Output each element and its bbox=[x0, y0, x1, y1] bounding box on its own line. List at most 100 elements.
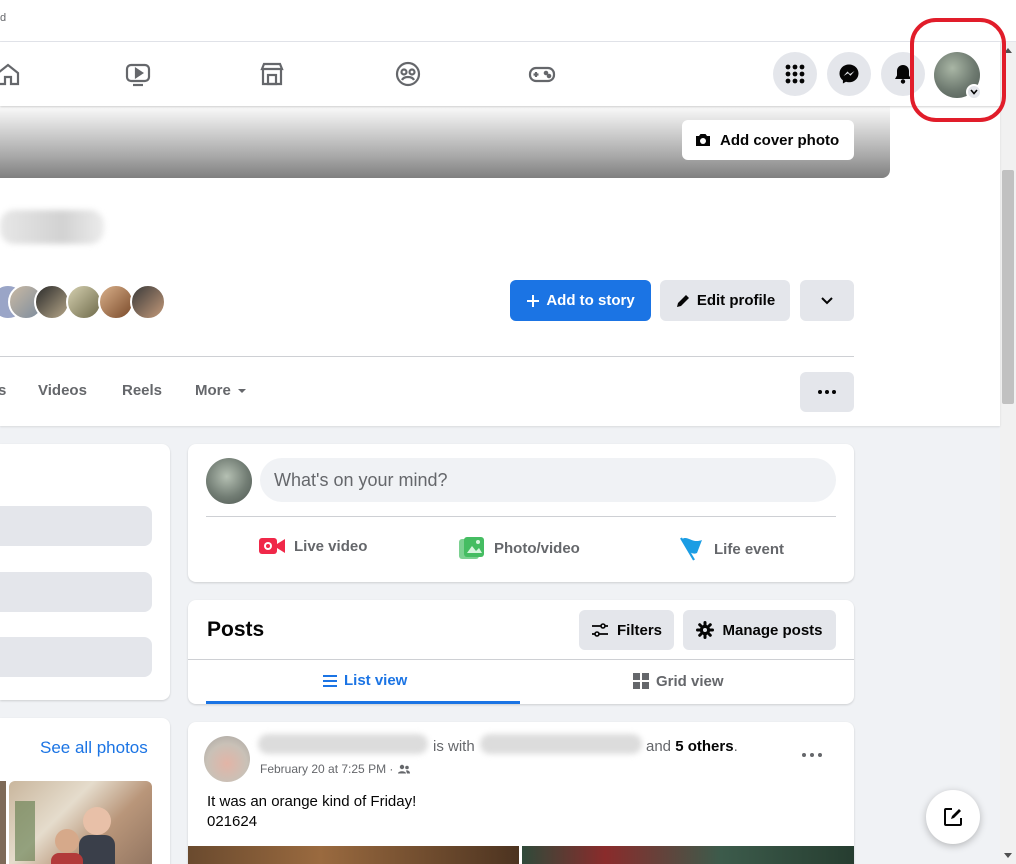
whats-on-your-mind-input[interactable]: What's on your mind? bbox=[260, 458, 836, 502]
camera-icon bbox=[696, 134, 710, 146]
post-tagged-others: and 5 others. bbox=[646, 738, 738, 755]
messenger-icon bbox=[839, 64, 859, 84]
add-cover-photo-button[interactable]: Add cover photo bbox=[682, 120, 854, 160]
tab-more-label: More bbox=[195, 382, 231, 399]
see-all-photos-link[interactable]: See all photos bbox=[40, 738, 148, 758]
more-dots-icon bbox=[802, 753, 822, 757]
post-text: It was an orange kind of Friday! 021624 bbox=[207, 792, 416, 832]
photo-thumbnail[interactable] bbox=[0, 781, 6, 864]
photo-thumbnail[interactable] bbox=[9, 781, 152, 864]
edit-profile-button[interactable]: Edit profile bbox=[660, 280, 790, 321]
manage-posts-button[interactable]: Manage posts bbox=[683, 610, 836, 650]
posts-divider bbox=[188, 659, 854, 660]
header-divider bbox=[0, 356, 854, 357]
life-event-button[interactable]: Life event bbox=[678, 536, 784, 562]
post-image[interactable] bbox=[522, 846, 854, 864]
groups-icon[interactable] bbox=[394, 60, 422, 88]
notifications-button[interactable] bbox=[881, 52, 925, 96]
page-scrollbar[interactable] bbox=[1000, 42, 1016, 864]
chevron-down-icon bbox=[966, 84, 982, 100]
photo-video-label: Photo/video bbox=[494, 539, 580, 557]
video-icon[interactable] bbox=[124, 60, 152, 88]
filters-icon bbox=[591, 623, 608, 637]
live-video-label: Live video bbox=[294, 537, 368, 555]
gaming-icon[interactable] bbox=[528, 60, 556, 88]
tab-videos[interactable]: Videos bbox=[38, 382, 87, 399]
intro-placeholder[interactable] bbox=[0, 572, 152, 612]
add-to-story-button[interactable]: Add to story bbox=[510, 280, 651, 321]
filters-label: Filters bbox=[616, 621, 662, 639]
profile-options-button[interactable] bbox=[800, 280, 854, 321]
post-timestamp[interactable]: February 20 at 7:25 PM · bbox=[260, 762, 411, 776]
friend-avatar[interactable] bbox=[98, 284, 134, 320]
profile-name-redacted bbox=[0, 210, 104, 244]
active-tab-indicator bbox=[206, 701, 520, 704]
browser-strip: d bbox=[0, 0, 1016, 42]
photos-card: See all photos bbox=[0, 718, 170, 864]
grid-icon bbox=[633, 673, 649, 689]
list-view-tab[interactable]: List view bbox=[322, 672, 407, 689]
tab-more[interactable]: More bbox=[195, 382, 247, 399]
friend-avatar[interactable] bbox=[66, 284, 102, 320]
new-message-button[interactable] bbox=[926, 790, 980, 844]
chevron-down-icon bbox=[821, 296, 833, 304]
tagged-name-redacted[interactable] bbox=[480, 734, 642, 754]
composer-divider bbox=[206, 516, 836, 517]
tab-partial[interactable]: s bbox=[0, 382, 6, 399]
notifications-icon bbox=[895, 65, 911, 84]
manage-posts-label: Manage posts bbox=[722, 621, 823, 639]
account-avatar-button[interactable] bbox=[934, 52, 982, 100]
post-image[interactable] bbox=[188, 846, 519, 864]
scroll-down-icon[interactable] bbox=[1004, 853, 1012, 858]
posts-title: Posts bbox=[207, 618, 265, 641]
home-icon[interactable] bbox=[0, 60, 22, 88]
filters-button[interactable]: Filters bbox=[579, 610, 674, 650]
post-period: . bbox=[733, 738, 738, 755]
composer-avatar[interactable] bbox=[206, 458, 252, 504]
grid-view-label: Grid view bbox=[656, 672, 724, 690]
menu-grid-button[interactable] bbox=[773, 52, 817, 96]
edit-profile-label: Edit profile bbox=[696, 292, 776, 309]
life-event-label: Life event bbox=[714, 540, 785, 558]
friends-audience-icon bbox=[398, 764, 411, 774]
post-composer: What's on your mind? Live video Photo/vi… bbox=[188, 444, 854, 582]
tab-reels[interactable]: Reels bbox=[122, 382, 162, 399]
post-author-avatar[interactable] bbox=[204, 736, 250, 782]
pencil-icon bbox=[676, 294, 689, 307]
author-name-redacted[interactable] bbox=[258, 734, 428, 754]
more-dots-icon bbox=[818, 390, 836, 394]
list-view-label: List view bbox=[344, 672, 408, 689]
post-others-link[interactable]: 5 others bbox=[675, 738, 733, 755]
photo-video-button[interactable]: Photo/video bbox=[458, 536, 580, 560]
live-video-button[interactable]: Live video bbox=[258, 536, 367, 556]
intro-placeholder[interactable] bbox=[0, 637, 152, 677]
photo-video-icon bbox=[459, 537, 484, 559]
friend-avatar[interactable] bbox=[34, 284, 70, 320]
post-is-with: is with bbox=[433, 738, 475, 755]
plus-icon bbox=[527, 294, 540, 307]
caret-down-icon bbox=[237, 388, 246, 393]
friend-avatar[interactable] bbox=[130, 284, 166, 320]
intro-placeholder[interactable] bbox=[0, 506, 152, 546]
add-cover-photo-label: Add cover photo bbox=[720, 131, 840, 149]
marketplace-icon[interactable] bbox=[258, 60, 286, 88]
live-video-icon bbox=[259, 538, 285, 554]
list-icon bbox=[323, 674, 337, 687]
gear-icon bbox=[696, 621, 715, 639]
profile-header: Add cover photo Add to story Edit profil… bbox=[0, 106, 1000, 426]
tabs-more-options-button[interactable] bbox=[800, 372, 854, 412]
menu-grid-icon bbox=[785, 64, 805, 84]
scrollbar-thumb[interactable] bbox=[1002, 170, 1014, 404]
posts-header-card: Posts Filters Manage posts List view Gri… bbox=[188, 600, 854, 704]
grid-view-tab[interactable]: Grid view bbox=[632, 672, 724, 690]
flag-icon bbox=[680, 537, 702, 561]
add-to-story-label: Add to story bbox=[546, 292, 635, 309]
messenger-button[interactable] bbox=[827, 52, 871, 96]
top-navbar bbox=[0, 42, 1000, 106]
scroll-up-icon[interactable] bbox=[1004, 48, 1012, 53]
post-text-line: 021624 bbox=[207, 813, 258, 830]
intro-card bbox=[0, 444, 170, 700]
post-options-button[interactable] bbox=[802, 744, 822, 762]
post-card: is with and 5 others. February 20 at 7:2… bbox=[188, 722, 854, 864]
cover-photo-area: Add cover photo bbox=[0, 106, 890, 178]
